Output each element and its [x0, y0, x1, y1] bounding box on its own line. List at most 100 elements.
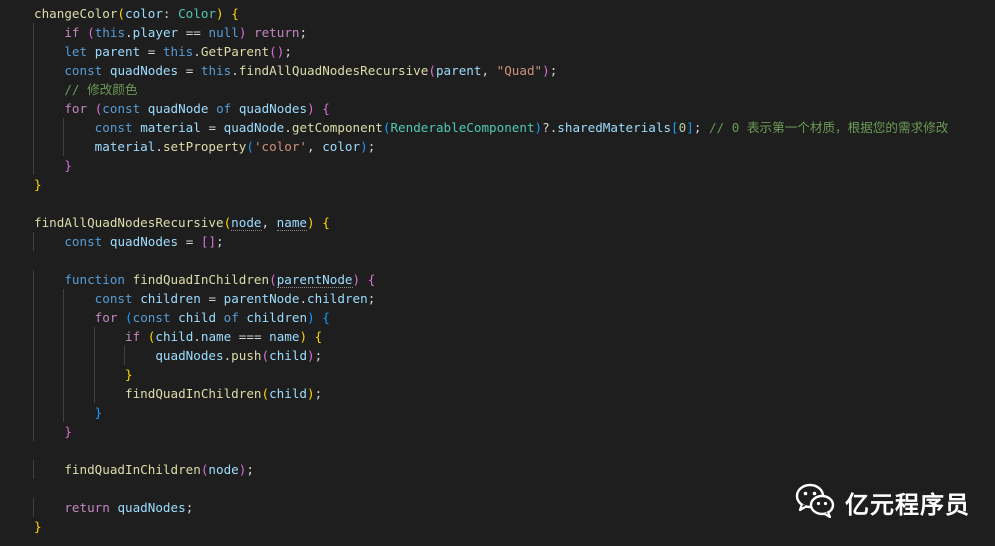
code-token: .: [231, 63, 239, 78]
code-token: findQuadInChildren: [125, 386, 262, 401]
indent-guide: [33, 289, 34, 308]
code-token: findQuadInChildren: [64, 462, 201, 477]
indent-guide: [33, 118, 34, 137]
indent-guide: [33, 23, 34, 42]
code-token: quadNodes: [155, 348, 224, 363]
code-token: ]: [208, 234, 217, 249]
code-token: .: [284, 120, 292, 135]
indent-guide: [63, 384, 65, 403]
indent-guide: [63, 327, 65, 346]
code-token: =: [200, 120, 224, 135]
code-token: name: [276, 215, 308, 231]
code-token: for: [94, 310, 118, 325]
indent-guide: [124, 346, 126, 365]
code-token: sharedMaterials: [557, 120, 672, 135]
indent-guide: [33, 61, 34, 80]
code-line: }: [34, 175, 948, 194]
code-token: if: [64, 25, 80, 40]
indent-guide: [63, 118, 65, 137]
code-token: player: [132, 25, 179, 40]
indent-guide: [33, 232, 34, 251]
code-token: (: [87, 25, 95, 40]
indent-guide: [33, 365, 34, 384]
indent-guide: [63, 365, 65, 384]
indent-guide: [63, 346, 65, 365]
code-token: ;: [216, 234, 224, 249]
code-token: Color: [178, 6, 217, 21]
code-token: ?.: [542, 120, 558, 135]
code-line: const children = parentNode.children;: [33, 289, 948, 308]
code-line: for (const child of children) {: [33, 308, 948, 327]
indent-guide: [63, 137, 65, 156]
wechat-watermark: 亿元程序员: [795, 482, 970, 523]
code-token: .: [193, 329, 201, 344]
code-token: {: [314, 329, 323, 344]
indent-guide: [63, 289, 65, 308]
code-token: ;: [367, 291, 376, 306]
code-token: }: [64, 424, 72, 439]
code-token: push: [231, 348, 262, 363]
code-token: quadNode: [147, 101, 209, 116]
code-token: ): [534, 120, 543, 135]
code-token: material: [94, 139, 156, 154]
code-token: return: [254, 25, 300, 40]
code-token: color: [125, 6, 163, 21]
code-token: // 修改颜色: [64, 82, 138, 97]
code-token: null: [208, 25, 239, 40]
code-token: children: [307, 291, 368, 306]
indent-guide: [33, 99, 34, 118]
code-token: GetParent: [200, 44, 270, 59]
code-line: }: [33, 422, 948, 441]
code-token: children: [140, 291, 201, 306]
code-token: (: [261, 386, 270, 401]
code-token: ;: [693, 120, 709, 135]
code-token: const: [94, 120, 133, 135]
indent-guide: [63, 308, 65, 327]
code-token: ): [216, 6, 224, 21]
code-token: parentNode: [276, 272, 353, 288]
code-token: }: [64, 158, 72, 173]
code-token: parentNode: [223, 291, 300, 306]
code-line: findQuadInChildren(child);: [33, 384, 948, 403]
code-token: ]: [686, 120, 694, 135]
code-token: =: [178, 63, 201, 78]
code-token: child: [269, 386, 307, 401]
code-editor[interactable]: changeColor(color: Color) { if (this.pla…: [0, 0, 995, 546]
code-token: ===: [231, 329, 270, 344]
code-area[interactable]: changeColor(color: Color) { if (this.pla…: [33, 4, 948, 536]
indent-guide: [33, 42, 34, 61]
code-token: ): [307, 215, 315, 230]
code-line: }: [33, 156, 948, 175]
indent-guide: [93, 384, 95, 403]
code-token: children: [246, 310, 308, 325]
code-token: {: [231, 6, 239, 21]
code-token: (: [117, 6, 125, 21]
code-token: quadNodes: [117, 500, 186, 515]
code-token: ): [542, 63, 550, 78]
indent-guide: [63, 403, 65, 422]
indent-guide: [33, 384, 34, 403]
code-token: ;: [284, 44, 292, 59]
code-token: (: [269, 272, 277, 287]
code-token: changeColor: [34, 6, 118, 21]
code-token: (: [269, 44, 277, 59]
code-token: }: [34, 519, 42, 534]
code-token: findAllQuadNodesRecursive: [34, 215, 224, 230]
